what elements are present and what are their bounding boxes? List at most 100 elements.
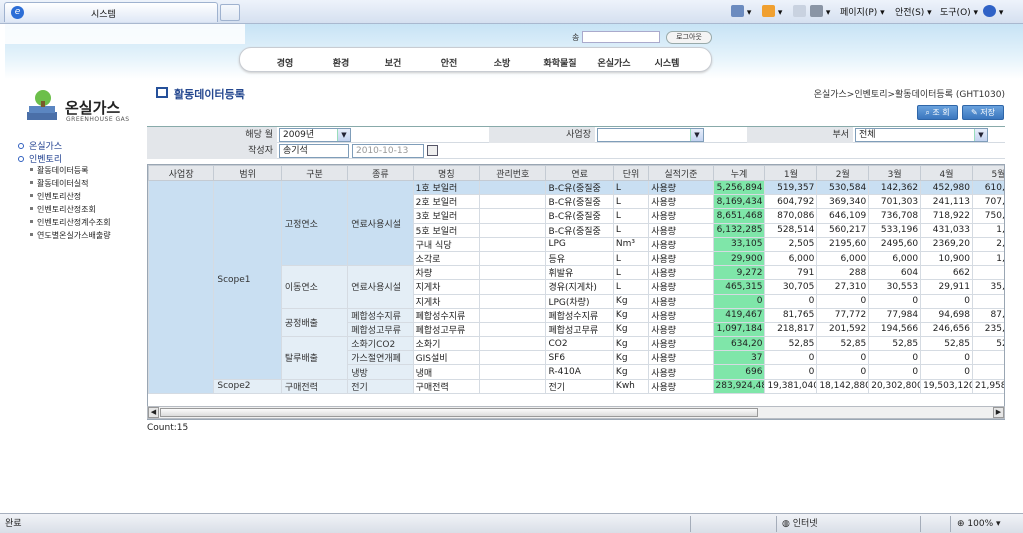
month-cell[interactable]: 2495,60 [868, 236, 922, 252]
type-cell[interactable]: 연료사용시설 [347, 265, 414, 309]
month-cell[interactable]: 52,85 [920, 336, 973, 352]
month-cell[interactable]: 2,842 [972, 236, 1004, 252]
name-cell[interactable]: 차량 [412, 265, 481, 281]
month-cell[interactable]: 0 [972, 350, 1004, 366]
column-header[interactable]: 관리번호 [479, 165, 547, 181]
month-cell[interactable]: 52,85 [868, 336, 922, 352]
unit-cell[interactable]: L [612, 222, 650, 238]
category-cell[interactable]: 고정연소 [280, 179, 349, 267]
month-cell[interactable]: 679 [972, 265, 1004, 281]
total-cell[interactable]: 29,900 [712, 250, 766, 267]
basis-cell[interactable]: 사용량 [648, 293, 714, 309]
zoom-level[interactable]: ⊕ 100% ▾ [957, 517, 1001, 531]
basis-cell[interactable]: 사용량 [648, 321, 714, 338]
month-cell[interactable]: 0 [764, 350, 818, 366]
fuel-cell[interactable]: R-410A [545, 364, 614, 380]
site-cell[interactable] [148, 180, 215, 394]
month-cell[interactable]: 18,142,880 [816, 378, 870, 394]
mgmt-no-cell[interactable] [479, 179, 547, 196]
logout-button[interactable]: 로그아웃 [666, 31, 712, 44]
unit-cell[interactable]: L [612, 179, 650, 196]
month-cell[interactable]: 707,160 [972, 194, 1004, 210]
column-header[interactable]: 실적기준 [648, 165, 714, 181]
mgmt-no-cell[interactable] [479, 321, 547, 338]
total-cell[interactable]: 1,097,184 [712, 321, 766, 338]
page-menu[interactable]: 페이지(P) ▾ [840, 5, 885, 19]
month-cell[interactable]: 52,85 [972, 336, 1004, 352]
month-cell[interactable]: 0 [972, 293, 1004, 309]
browser-tab[interactable]: e 시스템 [4, 2, 218, 22]
mgmt-no-cell[interactable] [479, 222, 547, 238]
unit-cell[interactable]: L [612, 250, 650, 267]
month-cell[interactable]: 718,922 [920, 208, 973, 224]
mgmt-no-cell[interactable] [479, 279, 547, 295]
type-cell[interactable]: 냉방 [347, 364, 414, 380]
feeds-button[interactable]: ▾ [762, 5, 782, 19]
type-cell[interactable]: 폐합성수지류 [347, 307, 414, 323]
gnb-item[interactable]: 화학물질 [543, 56, 576, 69]
month-cell[interactable]: 0 [816, 350, 870, 366]
gnb-item[interactable]: 경영 [277, 56, 294, 69]
scroll-left-icon[interactable]: ◀ [148, 407, 159, 418]
name-cell[interactable]: 냉매 [412, 364, 481, 380]
name-cell[interactable]: 폐합성고무류 [412, 321, 481, 338]
unit-cell[interactable]: Kg [612, 336, 650, 352]
month-cell[interactable]: 530,584 [816, 179, 870, 196]
month-cell[interactable]: 533,196 [868, 222, 922, 238]
name-cell[interactable]: 구내 식당 [412, 236, 481, 252]
month-cell[interactable]: 369,340 [816, 194, 870, 210]
type-cell[interactable]: 연료사용시설 [347, 179, 414, 267]
fuel-cell[interactable]: B-C유(중질중 [545, 222, 614, 238]
sidebar-subitem[interactable]: 활동데이터실적 [30, 178, 89, 189]
fuel-cell[interactable]: CO2 [545, 336, 614, 352]
month-cell[interactable]: 35,358 [972, 279, 1004, 295]
name-cell[interactable]: 폐합성수지류 [412, 307, 481, 323]
month-cell[interactable]: 30,553 [868, 279, 922, 295]
basis-cell[interactable]: 사용량 [648, 250, 714, 267]
unit-cell[interactable]: L [612, 265, 650, 281]
month-cell[interactable]: 701,303 [868, 194, 922, 210]
name-cell[interactable]: 2호 보일러 [412, 194, 481, 210]
gnb-item[interactable]: 시스템 [655, 56, 680, 69]
column-header[interactable]: 1월 [764, 165, 818, 181]
unit-cell[interactable]: Kg [612, 364, 650, 380]
gnb-item[interactable]: 환경 [333, 56, 350, 69]
month-cell[interactable]: 20,302,800 [868, 378, 922, 394]
site-select[interactable]: ▼ [597, 128, 704, 142]
month-cell[interactable]: 0 [920, 364, 973, 380]
column-header[interactable]: 4월 [920, 165, 973, 181]
total-cell[interactable]: 696 [712, 364, 766, 380]
column-header[interactable]: 2월 [816, 165, 870, 181]
month-cell[interactable]: 52,85 [816, 336, 870, 352]
calendar-icon[interactable] [427, 145, 438, 156]
writer-field[interactable]: 송기석 [279, 144, 349, 158]
column-header[interactable]: 명칭 [412, 165, 481, 181]
month-cell[interactable]: 10,900 [920, 250, 973, 267]
fuel-cell[interactable]: B-C유(중질중 [545, 208, 614, 224]
basis-cell[interactable]: 사용량 [648, 336, 714, 352]
month-cell[interactable]: 21,958,720 [972, 378, 1004, 394]
name-cell[interactable]: 소화기 [412, 336, 481, 352]
scope-cell[interactable]: Scope1 [213, 180, 282, 380]
month-cell[interactable]: 0 [816, 364, 870, 380]
sidebar-subitem[interactable]: 인벤토리산정조회 [30, 204, 96, 215]
column-header[interactable]: 단위 [612, 165, 650, 181]
fuel-cell[interactable]: 휘발유 [545, 265, 614, 281]
month-cell[interactable]: 52,85 [764, 336, 818, 352]
unit-cell[interactable]: Kg [612, 293, 650, 309]
month-cell[interactable]: 194,566 [868, 321, 922, 338]
month-cell[interactable]: 77,772 [816, 307, 870, 323]
month-cell[interactable]: 1,949 [972, 222, 1004, 238]
month-cell[interactable]: 0 [920, 293, 973, 309]
column-header[interactable]: 범위 [213, 165, 282, 181]
sidebar-subitem[interactable]: 인벤토리산정계수조회 [30, 217, 111, 228]
unit-cell[interactable]: Kg [612, 321, 650, 338]
total-cell[interactable]: 283,924,480 [712, 378, 766, 394]
name-cell[interactable]: 소각로 [412, 250, 481, 267]
search-button[interactable]: ⌕ 조 회 [917, 105, 958, 120]
month-cell[interactable]: 29,911 [920, 279, 973, 295]
unit-cell[interactable]: Kg [612, 307, 650, 323]
month-cell[interactable]: 201,592 [816, 321, 870, 338]
mgmt-no-cell[interactable] [479, 265, 547, 281]
month-cell[interactable]: 431,033 [920, 222, 973, 238]
